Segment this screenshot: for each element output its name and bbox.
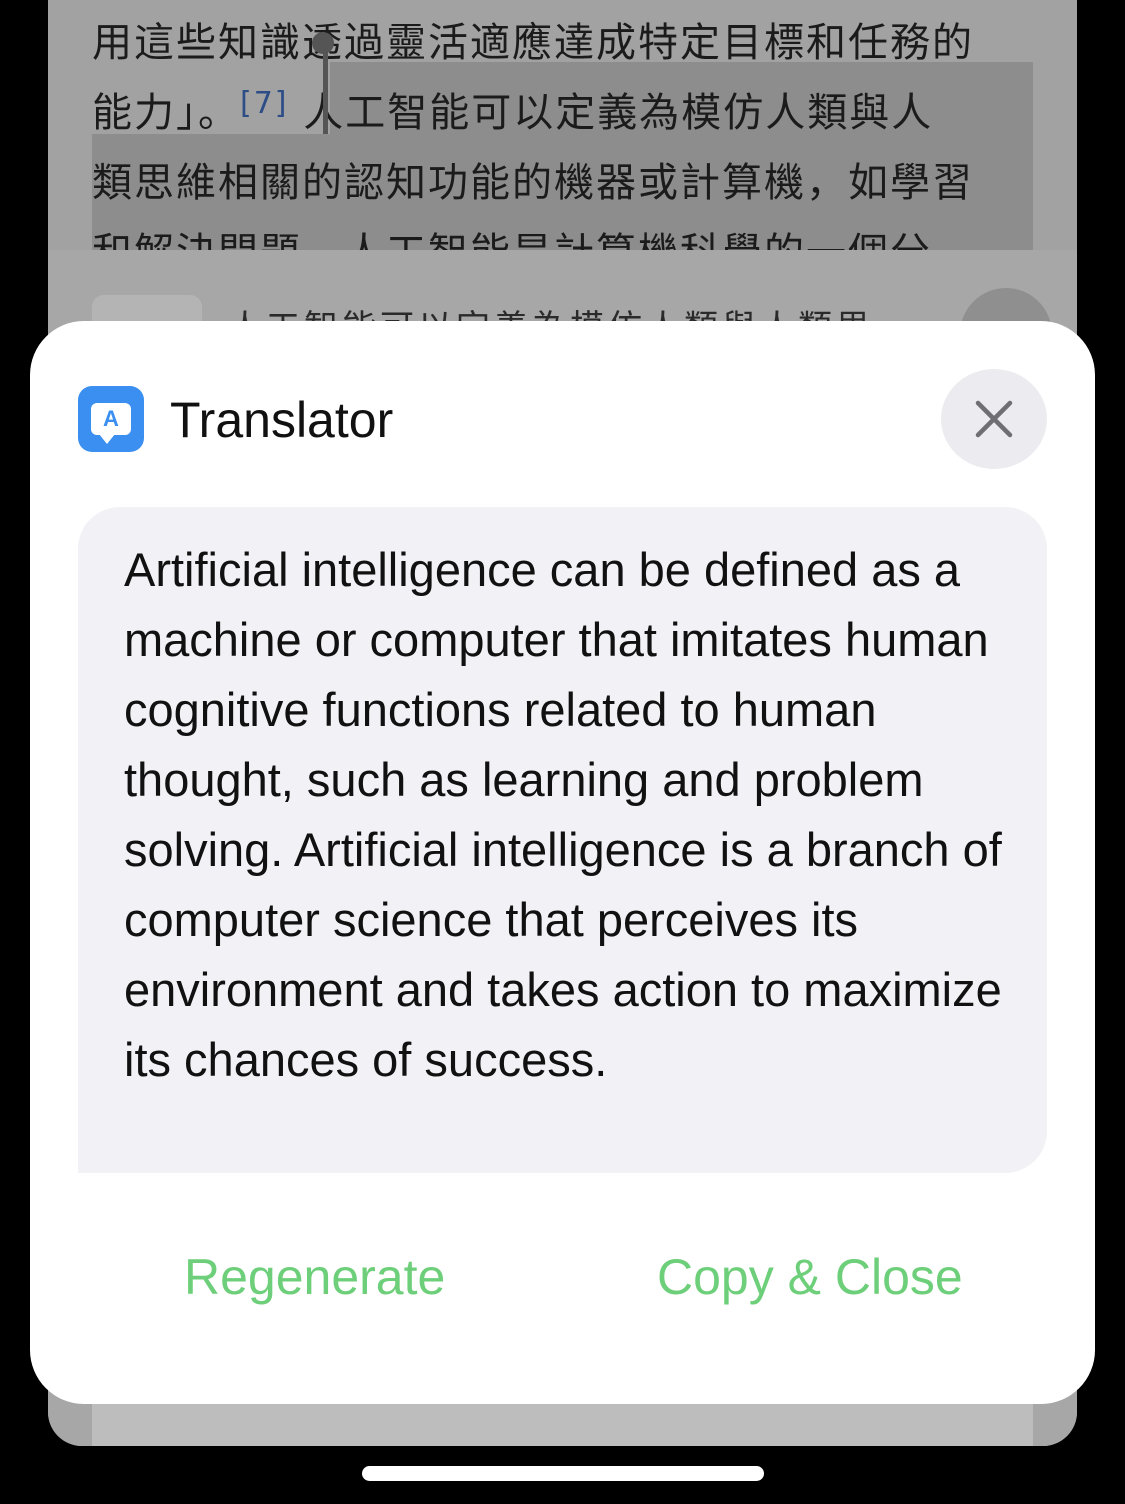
translation-result-box: Artificial intelligence can be defined a… <box>78 507 1047 1173</box>
citation-link[interactable]: [7] <box>240 86 289 121</box>
copy-close-button[interactable]: Copy & Close <box>657 1245 963 1309</box>
article-line: 類思維相關的認知功能的機器或計算機，如學習 <box>92 160 974 206</box>
close-icon <box>975 400 1013 438</box>
close-button[interactable] <box>941 369 1047 469</box>
sheet-title: Translator <box>170 392 394 448</box>
article-line: 用這些知識透過靈活適應達成特定目標和任務的 <box>92 20 974 66</box>
background-article-text: 用這些知識透過靈活適應達成特定目標和任務的 能力」。[7] 人工智能可以定義為模… <box>92 8 1042 288</box>
background-strip <box>92 1400 1033 1446</box>
translator-app-icon: A <box>78 386 144 452</box>
translator-sheet: A Translator Artificial intelligence can… <box>30 321 1095 1404</box>
selection-caret <box>323 40 328 134</box>
article-line: 能力」。[7] 人工智能可以定義為模仿人類與人 <box>92 86 934 136</box>
translation-text: Artificial intelligence can be defined a… <box>124 543 1002 1086</box>
home-indicator[interactable] <box>362 1466 764 1481</box>
speech-bubble-icon: A <box>91 403 131 444</box>
regenerate-button[interactable]: Regenerate <box>184 1245 445 1309</box>
